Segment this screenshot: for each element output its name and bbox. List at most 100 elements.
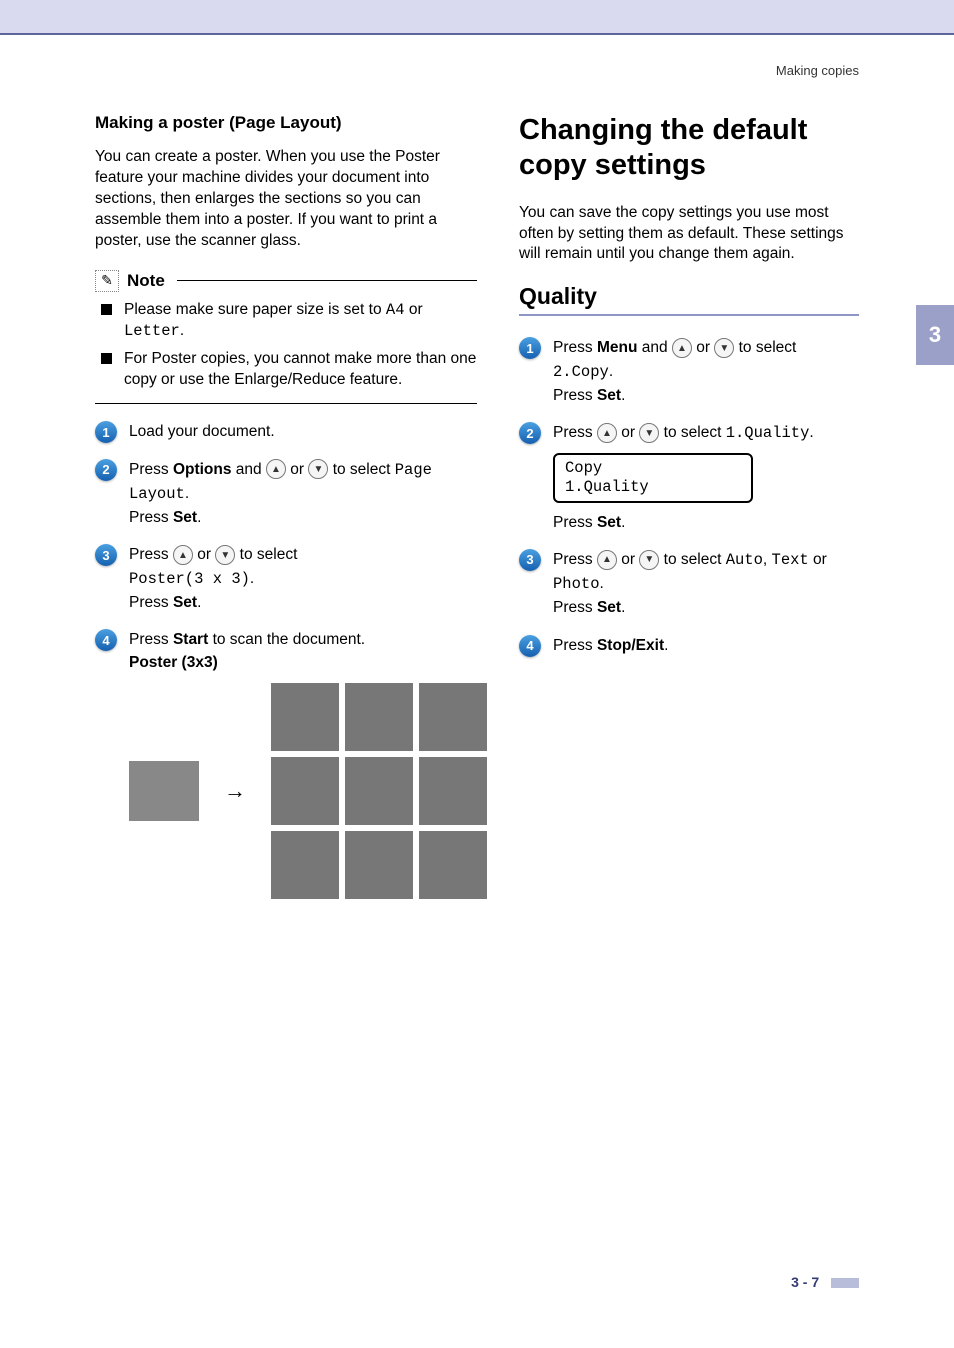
code: 2.Copy xyxy=(553,363,609,381)
code: Photo xyxy=(553,575,600,593)
left-step-3: 3 Press ▲ or ▼ to select Poster(3 x 3). … xyxy=(95,543,477,614)
note1-text-c: . xyxy=(180,322,184,339)
set-key: Set xyxy=(597,514,621,531)
lcd-line1: Copy xyxy=(565,459,741,478)
step-number-icon: 4 xyxy=(519,635,541,657)
set-key: Set xyxy=(173,594,197,611)
options-key: Options xyxy=(173,461,232,478)
start-key: Start xyxy=(173,631,208,648)
code: Text xyxy=(772,551,809,569)
t: to select xyxy=(235,546,297,563)
t: . xyxy=(185,485,189,502)
set-key: Set xyxy=(597,599,621,616)
breadcrumb: Making copies xyxy=(0,63,954,78)
header-bar xyxy=(0,0,954,35)
left-step-2: 2 Press Options and ▲ or ▼ to select Pag… xyxy=(95,458,477,530)
t: Press xyxy=(553,424,597,441)
up-arrow-icon: ▲ xyxy=(597,423,617,443)
set-key: Set xyxy=(173,509,197,526)
poster-diagram: → xyxy=(129,683,487,899)
t: . xyxy=(197,509,201,526)
step-number-icon: 1 xyxy=(519,337,541,359)
bullet-icon xyxy=(101,353,112,364)
code: 1.Quality xyxy=(726,424,810,442)
t: Press xyxy=(129,631,173,648)
t: . xyxy=(600,575,604,592)
page-number-text: 3 - 7 xyxy=(791,1274,819,1290)
up-arrow-icon: ▲ xyxy=(597,550,617,570)
right-heading: Changing the default copy settings xyxy=(519,113,859,183)
note2-text: For Poster copies, you cannot make more … xyxy=(124,349,477,391)
chapter-tab: 3 xyxy=(916,305,954,365)
arrow-right-icon: → xyxy=(224,774,246,807)
left-intro: You can create a poster. When you use th… xyxy=(95,147,477,252)
step-number-icon: 3 xyxy=(95,544,117,566)
grid-cell xyxy=(419,831,487,899)
t: or xyxy=(286,461,308,478)
left-step-1: 1 Load your document. xyxy=(95,420,477,443)
poster-source-image xyxy=(129,761,199,821)
grid-cell xyxy=(419,683,487,751)
note-rule xyxy=(177,280,477,281)
lcd-line2: 1.Quality xyxy=(565,478,741,497)
note-header: ✎ Note xyxy=(95,270,477,292)
down-arrow-icon: ▼ xyxy=(215,545,235,565)
bullet-icon xyxy=(101,304,112,315)
note-icon: ✎ xyxy=(95,270,119,292)
menu-key: Menu xyxy=(597,339,637,356)
page-number: 3 - 7 xyxy=(791,1274,859,1290)
left-column: Making a poster (Page Layout) You can cr… xyxy=(95,113,477,913)
stopexit-key: Stop/Exit xyxy=(597,637,664,654)
right-intro: You can save the copy settings you use m… xyxy=(519,203,859,266)
t: or xyxy=(193,546,215,563)
t: Press xyxy=(129,594,173,611)
right-step-3: 3 Press ▲ or ▼ to select Auto, Text or P… xyxy=(519,548,859,620)
note1-code1: A4 xyxy=(386,301,405,319)
note-label: Note xyxy=(127,271,165,291)
step-number-icon: 3 xyxy=(519,549,541,571)
grid-cell xyxy=(271,683,339,751)
poster-label: Poster (3x3) xyxy=(129,654,218,671)
t: Press xyxy=(553,387,597,404)
code: Poster(3 x 3) xyxy=(129,570,250,588)
t: . xyxy=(621,387,625,404)
t: . xyxy=(197,594,201,611)
t: . xyxy=(621,514,625,531)
t: and xyxy=(232,461,266,478)
note-item-1: Please make sure paper size is set to A4… xyxy=(95,300,477,342)
lcd-display: Copy 1.Quality xyxy=(553,453,753,502)
set-key: Set xyxy=(597,387,621,404)
up-arrow-icon: ▲ xyxy=(266,459,286,479)
note1-code2: Letter xyxy=(124,322,180,340)
grid-cell xyxy=(345,831,413,899)
t: to select xyxy=(328,461,394,478)
note-item-2: For Poster copies, you cannot make more … xyxy=(95,349,477,391)
t: or xyxy=(809,551,827,568)
poster-grid xyxy=(271,683,487,899)
note-list: Please make sure paper size is set to A4… xyxy=(95,300,477,392)
step-number-icon: 4 xyxy=(95,629,117,651)
step-number-icon: 2 xyxy=(519,422,541,444)
right-step-1: 1 Press Menu and ▲ or ▼ to select 2.Copy… xyxy=(519,336,859,407)
left-heading: Making a poster (Page Layout) xyxy=(95,113,477,133)
down-arrow-icon: ▼ xyxy=(714,338,734,358)
t: . xyxy=(664,637,668,654)
left-step1-text: Load your document. xyxy=(129,420,477,443)
t: Press xyxy=(553,514,597,531)
t: Press xyxy=(553,551,597,568)
t: or xyxy=(617,424,639,441)
down-arrow-icon: ▼ xyxy=(639,550,659,570)
t: Press xyxy=(129,461,173,478)
grid-cell xyxy=(419,757,487,825)
grid-cell xyxy=(271,757,339,825)
divider xyxy=(95,403,477,404)
t: or xyxy=(692,339,714,356)
quality-heading: Quality xyxy=(519,283,859,316)
note1-text-b: or xyxy=(405,301,423,318)
grid-cell xyxy=(345,683,413,751)
down-arrow-icon: ▼ xyxy=(639,423,659,443)
grid-cell xyxy=(271,831,339,899)
t: . xyxy=(621,599,625,616)
down-arrow-icon: ▼ xyxy=(308,459,328,479)
note1-text-a: Please make sure paper size is set to xyxy=(124,301,386,318)
